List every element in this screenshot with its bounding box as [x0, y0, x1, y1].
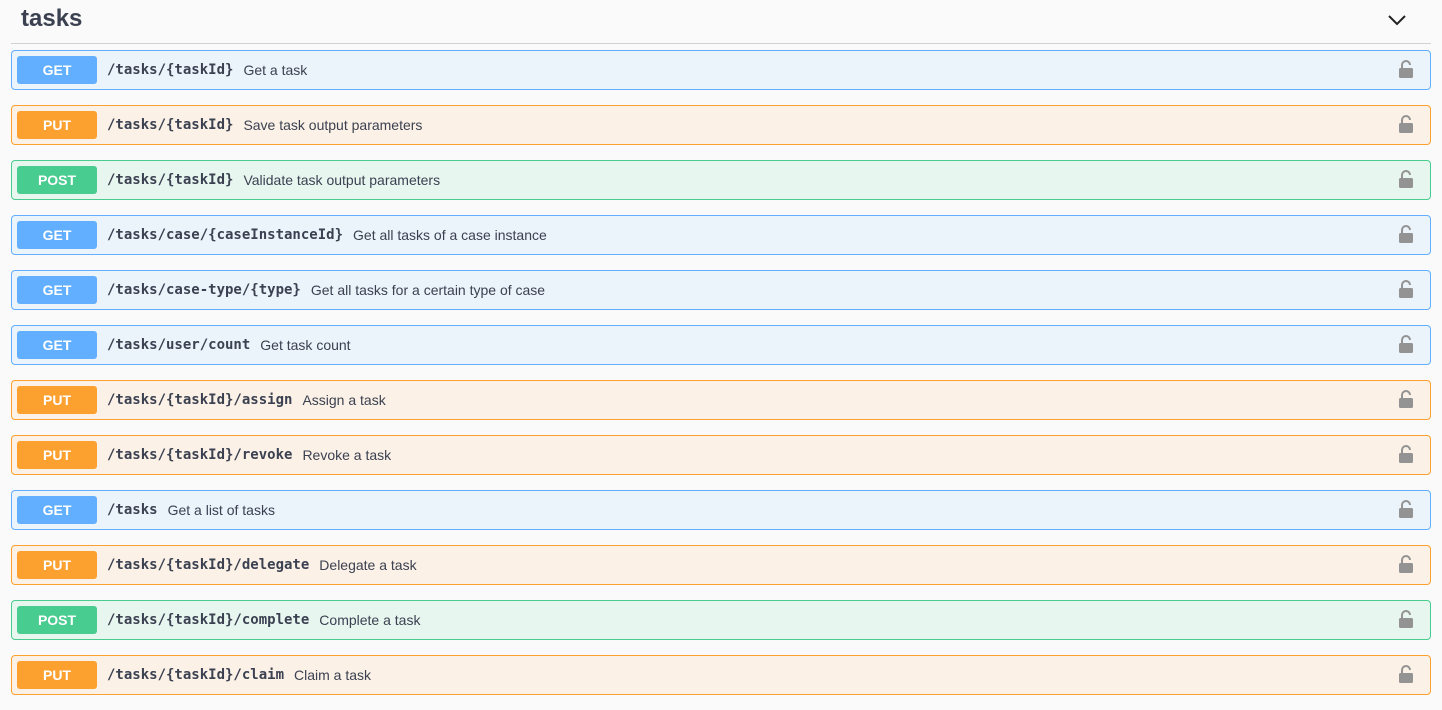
operation-summary: Get task count: [260, 337, 351, 353]
unlocked-padlock-icon[interactable]: [1398, 59, 1414, 79]
operation-summary: Claim a task: [294, 667, 372, 683]
operations-list: GET /tasks/{taskId} Get a task PUT /task…: [11, 50, 1431, 710]
method-badge: POST: [17, 166, 97, 194]
operation-summary: Revoke a task: [302, 447, 392, 463]
unlocked-padlock-icon[interactable]: [1398, 114, 1414, 134]
path-text: /tasks/{taskId}/revoke: [107, 447, 293, 463]
method-badge: PUT: [17, 111, 97, 139]
operation-path: /tasks/{taskId}/revoke Revoke a task: [107, 436, 391, 474]
unlocked-padlock-icon[interactable]: [1398, 554, 1414, 574]
unlocked-padlock-icon[interactable]: [1398, 444, 1414, 464]
operation-row-3[interactable]: GET /tasks/case/{caseInstanceId} Get all…: [11, 215, 1431, 255]
path-text: /tasks/case/{caseInstanceId}: [107, 227, 344, 243]
operation-path: /tasks/user/count Get task count: [107, 326, 351, 364]
operation-path: /tasks Get a list of tasks: [107, 491, 275, 529]
unlocked-padlock-icon[interactable]: [1398, 609, 1414, 629]
operation-row-1[interactable]: PUT /tasks/{taskId} Save task output par…: [11, 105, 1431, 145]
tag-title: tasks: [21, 5, 83, 32]
path-text: /tasks: [107, 502, 158, 518]
operation-path: /tasks/{taskId}/claim Claim a task: [107, 656, 371, 694]
operation-row-6[interactable]: PUT /tasks/{taskId}/assign Assign a task: [11, 380, 1431, 420]
method-badge: PUT: [17, 441, 97, 469]
path-text: /tasks/{taskId}: [107, 62, 234, 78]
method-badge: POST: [17, 606, 97, 634]
operation-path: /tasks/{taskId} Get a task: [107, 51, 307, 89]
operation-row-5[interactable]: GET /tasks/user/count Get task count: [11, 325, 1431, 365]
method-badge: GET: [17, 276, 97, 304]
operation-row-2[interactable]: POST /tasks/{taskId} Validate task outpu…: [11, 160, 1431, 200]
operation-path: /tasks/case-type/{type} Get all tasks fo…: [107, 271, 545, 309]
tag-header[interactable]: tasks: [11, 0, 1431, 44]
operation-path: /tasks/{taskId} Validate task output par…: [107, 161, 440, 199]
unlocked-padlock-icon[interactable]: [1398, 169, 1414, 189]
operation-path: /tasks/{taskId}/assign Assign a task: [107, 381, 386, 419]
method-badge: GET: [17, 496, 97, 524]
operation-path: /tasks/{taskId} Save task output paramet…: [107, 106, 422, 144]
operation-path: /tasks/{taskId}/complete Complete a task: [107, 601, 420, 639]
operation-row-4[interactable]: GET /tasks/case-type/{type} Get all task…: [11, 270, 1431, 310]
unlocked-padlock-icon[interactable]: [1398, 279, 1414, 299]
path-text: /tasks/{taskId}: [107, 117, 234, 133]
path-text: /tasks/{taskId}/complete: [107, 612, 310, 628]
path-text: /tasks/{taskId}/claim: [107, 667, 285, 683]
unlocked-padlock-icon[interactable]: [1398, 389, 1414, 409]
operation-row-10[interactable]: POST /tasks/{taskId}/complete Complete a…: [11, 600, 1431, 640]
operation-summary: Save task output parameters: [243, 117, 423, 133]
method-badge: GET: [17, 331, 97, 359]
method-badge: PUT: [17, 551, 97, 579]
operation-row-7[interactable]: PUT /tasks/{taskId}/revoke Revoke a task: [11, 435, 1431, 475]
path-text: /tasks/{taskId}: [107, 172, 234, 188]
operation-summary: Get all tasks of a case instance: [353, 227, 547, 243]
operation-row-0[interactable]: GET /tasks/{taskId} Get a task: [11, 50, 1431, 90]
operation-summary: Complete a task: [319, 612, 421, 628]
operation-row-9[interactable]: PUT /tasks/{taskId}/delegate Delegate a …: [11, 545, 1431, 585]
operation-summary: Get a task: [243, 62, 308, 78]
unlocked-padlock-icon[interactable]: [1398, 499, 1414, 519]
path-text: /tasks/{taskId}/assign: [107, 392, 293, 408]
unlocked-padlock-icon[interactable]: [1398, 664, 1414, 684]
operation-summary: Validate task output parameters: [243, 172, 441, 188]
operation-path: /tasks/{taskId}/delegate Delegate a task: [107, 546, 417, 584]
operation-summary: Assign a task: [302, 392, 386, 408]
unlocked-padlock-icon[interactable]: [1398, 334, 1414, 354]
method-badge: PUT: [17, 386, 97, 414]
chevron-down-icon[interactable]: [1385, 10, 1409, 30]
operation-row-8[interactable]: GET /tasks Get a list of tasks: [11, 490, 1431, 530]
operation-summary: Delegate a task: [319, 557, 417, 573]
operation-summary: Get a list of tasks: [167, 502, 275, 518]
unlocked-padlock-icon[interactable]: [1398, 224, 1414, 244]
operation-path: /tasks/case/{caseInstanceId} Get all tas…: [107, 216, 547, 254]
path-text: /tasks/case-type/{type}: [107, 282, 301, 298]
operation-row-11[interactable]: PUT /tasks/{taskId}/claim Claim a task: [11, 655, 1431, 695]
operation-summary: Get all tasks for a certain type of case: [310, 282, 546, 298]
path-text: /tasks/{taskId}/delegate: [107, 557, 310, 573]
method-badge: GET: [17, 221, 97, 249]
method-badge: GET: [17, 56, 97, 84]
method-badge: PUT: [17, 661, 97, 689]
path-text: /tasks/user/count: [107, 337, 251, 353]
